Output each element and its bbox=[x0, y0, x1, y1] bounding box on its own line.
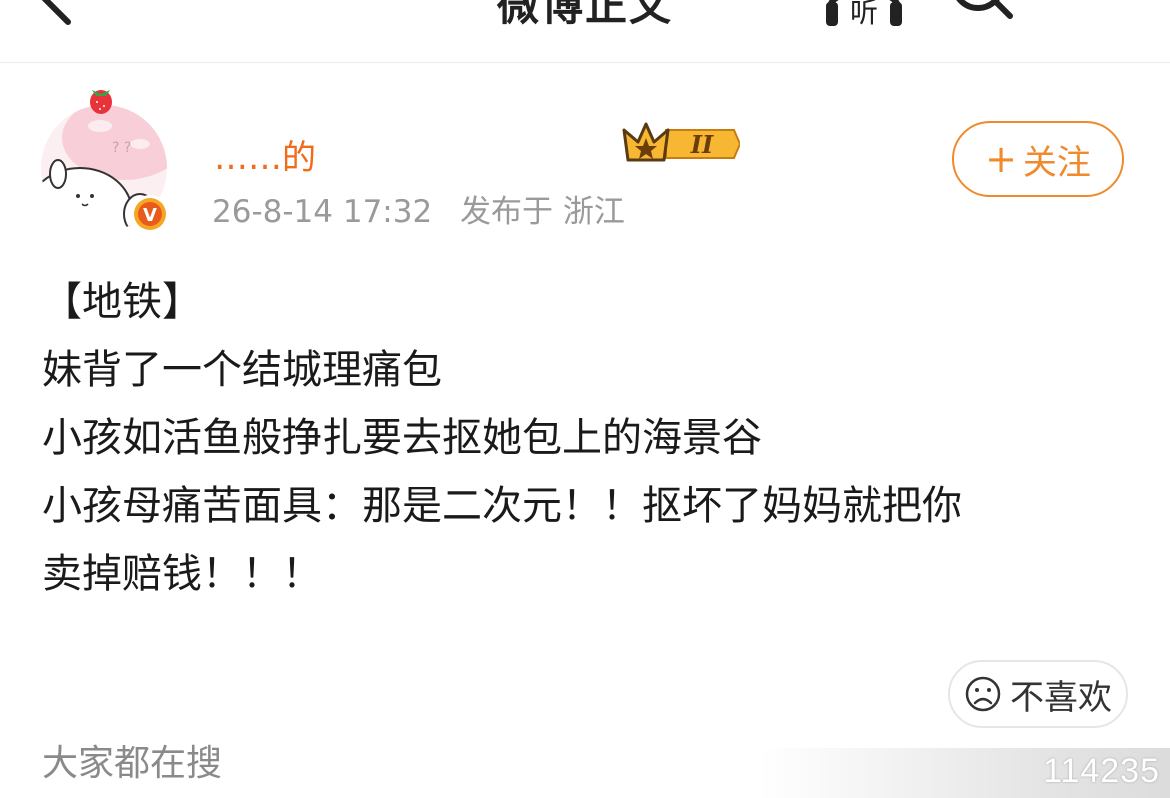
post-timestamp: 26-8-14 17:32 bbox=[212, 194, 433, 230]
author-name-text: ……的 bbox=[214, 138, 316, 178]
crown-level-badge-icon: II bbox=[622, 120, 742, 168]
follow-button-label: 关注 bbox=[1022, 142, 1091, 183]
post-line: 小孩母痛苦面具：那是二次元！！抠坏了妈妈就把你 bbox=[42, 483, 962, 529]
post-meta: 26-8-14 17:32 发布于 浙江 bbox=[212, 186, 643, 231]
search-icon[interactable] bbox=[946, 0, 1013, 28]
author-name-row: ……的 II bbox=[210, 118, 770, 178]
plus-icon: + bbox=[985, 137, 1017, 181]
top-nav-bar: 微博正文 听 bbox=[0, 0, 1170, 63]
everyone-search-heading: 大家都在搜 bbox=[42, 743, 223, 784]
more-icon[interactable] bbox=[1060, 0, 1120, 28]
post-location: 发布于 浙江 bbox=[460, 194, 625, 230]
author-name[interactable]: ……的 bbox=[210, 126, 620, 178]
post-line: 卖掉赔钱！！！ bbox=[42, 551, 322, 597]
dislike-button-label: 不喜欢 bbox=[1010, 677, 1112, 718]
verified-badge-icon: V bbox=[131, 195, 169, 233]
dislike-button[interactable]: 不喜欢 bbox=[948, 660, 1128, 728]
svg-text:听: 听 bbox=[850, 0, 878, 28]
follow-button[interactable]: + 关注 bbox=[952, 121, 1124, 197]
post-line: 【地铁】 bbox=[42, 279, 202, 325]
post-line: 妹背了一个结城理痛包 bbox=[42, 347, 442, 393]
level-badge-text: II bbox=[690, 130, 714, 159]
watermark-number: 114235 bbox=[1043, 752, 1160, 790]
avatar[interactable]: ? ? V bbox=[40, 82, 176, 234]
headphones-icon[interactable]: 听 bbox=[824, 0, 902, 29]
svg-text:? ?: ? ? bbox=[112, 140, 131, 156]
verified-mark-text: V bbox=[143, 205, 157, 226]
frown-face-icon bbox=[965, 676, 1001, 712]
post-line: 小孩如活鱼般挣扎要去抠她包上的海景谷 bbox=[42, 415, 762, 461]
post-content: 【地铁】 妹背了一个结城理痛包 小孩如活鱼般挣扎要去抠她包上的海景谷 小孩母痛苦… bbox=[42, 268, 1132, 608]
